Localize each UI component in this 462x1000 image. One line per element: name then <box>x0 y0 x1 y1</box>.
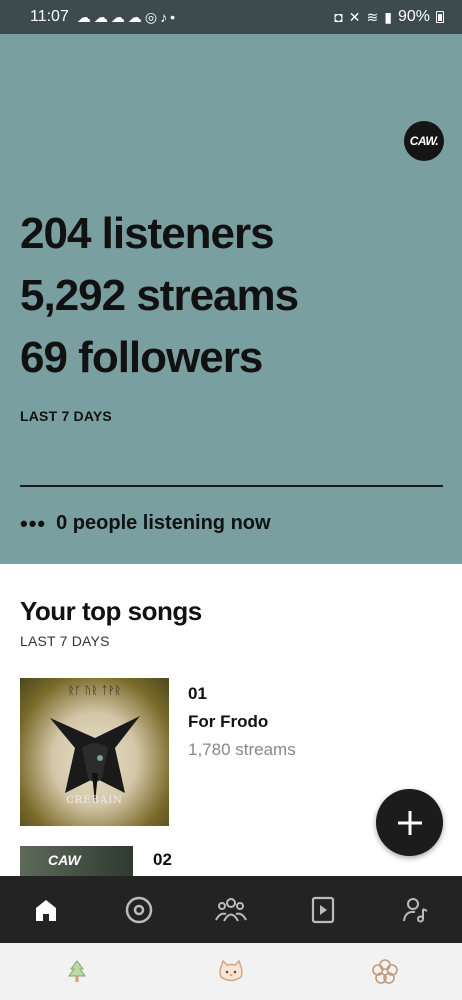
song-title: For Frodo <box>188 712 269 731</box>
app-icon: ☁ <box>110 9 125 25</box>
home-icon <box>36 899 57 921</box>
followers-count: 69 followers <box>20 333 263 382</box>
notification-icons: ☁ ☁ ☁ ☁ ◎ ♪ • <box>77 10 175 24</box>
section-period: LAST 7 DAYS <box>20 633 110 649</box>
audience-icon <box>215 897 247 921</box>
album-art-caption: CREBAIN <box>66 795 123 806</box>
nav-home[interactable] <box>26 890 66 930</box>
battery-icon <box>436 11 444 23</box>
app-icon: ☁ <box>93 9 108 25</box>
bottom-nav <box>0 876 462 943</box>
wifi-icon: ≋ <box>366 9 379 25</box>
album-art: CAW <box>20 846 133 878</box>
system-nav-bar <box>0 943 462 1000</box>
song-row[interactable]: CAW 02 <box>20 846 172 878</box>
instagram-icon: ◎ <box>144 9 158 25</box>
album-art: ᚱᚴ ᚢᚱ ᛏᚹᚱ CREBAIN <box>20 678 169 826</box>
add-button[interactable] <box>376 789 443 856</box>
plus-icon <box>397 810 422 835</box>
nav-profile[interactable] <box>396 890 436 930</box>
song-streams: 1,780 streams <box>188 740 296 759</box>
avatar[interactable]: CAW. <box>404 121 444 161</box>
stats-hero: CAW. 204 listeners 5,292 streams 69 foll… <box>0 34 462 564</box>
listeners-count: 204 listeners <box>20 209 275 258</box>
system-nav-center[interactable] <box>213 954 249 990</box>
app-icon: ☁ <box>127 9 142 25</box>
stats-period: LAST 7 DAYS <box>20 408 112 424</box>
artist-profile-icon <box>402 897 428 922</box>
song-row[interactable]: ᚱᚴ ᚢᚱ ᛏᚹᚱ CREBAIN 01 For Frodo 1,780 str… <box>20 678 296 826</box>
status-bar: 11:07 ☁ ☁ ☁ ☁ ◎ ♪ • ◘ ✕ ≋ ▮ 90% <box>0 0 462 34</box>
live-listeners[interactable]: ••• 0 people listening now <box>20 512 271 535</box>
live-dots-icon: ••• <box>20 510 47 536</box>
alarm-icon: ◘ <box>334 9 343 25</box>
status-time: 11:07 <box>30 8 69 25</box>
song-rank: 01 <box>188 684 207 703</box>
signal-icon: ▮ <box>384 9 392 25</box>
more-notifications-icon: • <box>170 9 175 25</box>
tree-icon <box>68 959 86 982</box>
app-icon: ☁ <box>76 9 91 25</box>
live-listeners-text: 0 people listening now <box>56 512 271 534</box>
nav-content[interactable] <box>303 890 343 930</box>
flower-icon <box>372 958 398 984</box>
divider <box>20 485 443 487</box>
album-art-runes: ᚱᚴ ᚢᚱ ᛏᚹᚱ <box>67 684 122 697</box>
streams-count: 5,292 streams <box>20 271 299 320</box>
system-nav-left[interactable] <box>59 954 95 990</box>
tiktok-icon: ♪ <box>160 9 168 25</box>
nav-audience[interactable] <box>211 890 251 930</box>
mute-icon: ✕ <box>348 9 361 25</box>
system-nav-right[interactable] <box>367 954 403 990</box>
battery-percent: 90% <box>397 8 430 25</box>
cat-face-icon <box>219 959 243 981</box>
music-disc-icon <box>125 896 152 923</box>
song-rank: 02 <box>153 850 172 869</box>
section-title: Your top songs <box>20 596 202 626</box>
play-video-icon <box>312 896 335 923</box>
nav-music[interactable] <box>119 890 159 930</box>
